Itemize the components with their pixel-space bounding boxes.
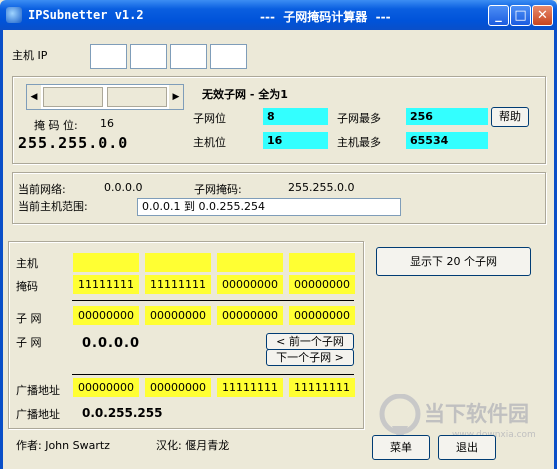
broadcast-binary-octet-1: 00000000: [73, 378, 139, 397]
subnet-value: 0.0.0.0: [82, 336, 140, 351]
ip-octet-3-input[interactable]: [170, 44, 207, 69]
host-binary-octet-2: [145, 253, 211, 272]
app-window: IPSubnetter v1.2 --- 子网掩码计算器 --- _ □ ✕ 主…: [0, 0, 557, 469]
exit-button[interactable]: 退出: [438, 435, 496, 460]
maximize-button[interactable]: □: [510, 5, 531, 26]
host-binary-octet-4: [289, 253, 355, 272]
show-next-subnets-button[interactable]: 显示下 20 个子网: [376, 247, 531, 276]
host-binary-octet-3: [217, 253, 283, 272]
slider-right-arrow-icon[interactable]: ▶: [169, 85, 183, 109]
max-hosts-value: 65534: [406, 132, 488, 149]
slider-track[interactable]: [107, 87, 167, 107]
max-hosts-label: 主机最多: [337, 136, 381, 149]
host-bits-label: 主机位: [193, 136, 226, 149]
divider-line: [72, 300, 354, 301]
host-bits-value: 16: [263, 132, 328, 149]
menu-button[interactable]: 菜单: [372, 435, 430, 460]
mask-binary-octet-2: 11111111: [145, 275, 211, 294]
host-binary-octet-1: [73, 253, 139, 272]
subnet-status: 无效子网 - 全为1: [202, 88, 288, 101]
subnet-binary-octet-4: 00000000: [289, 306, 355, 325]
subnet-bits-value: 8: [263, 108, 328, 125]
slider-thumb[interactable]: [43, 87, 103, 107]
translator-label: 汉化: 偃月青龙: [156, 439, 230, 452]
ip-octet-1-input[interactable]: [90, 44, 127, 69]
mask-binary-octet-4: 00000000: [289, 275, 355, 294]
window-subtitle: --- 子网掩码计算器 ---: [260, 10, 391, 24]
host-binary-label: 主机: [16, 257, 38, 270]
max-subnets-value: 256: [406, 108, 488, 125]
current-network-label: 当前网络:: [18, 183, 66, 196]
broadcast-binary-label: 广播地址: [16, 384, 60, 397]
window-title: IPSubnetter v1.2: [28, 8, 144, 22]
mask-value: 255.255.0.0: [18, 134, 129, 152]
mask-binary-octet-1: 11111111: [73, 275, 139, 294]
watermark-brand: 当下软件园: [424, 402, 529, 426]
broadcast-label: 广播地址: [16, 408, 60, 421]
slider-left-arrow-icon[interactable]: ◀: [27, 85, 41, 109]
subnet-binary-label: 子 网: [16, 312, 42, 325]
mask-bits-slider[interactable]: ◀ ▶: [26, 84, 184, 110]
broadcast-binary-octet-3: 11111111: [217, 378, 283, 397]
current-network-value: 0.0.0.0: [104, 181, 143, 194]
window-border-left: [0, 30, 3, 469]
broadcast-value: 0.0.255.255: [82, 406, 163, 420]
title-bar[interactable]: IPSubnetter v1.2 --- 子网掩码计算器 --- _ □ ✕: [0, 0, 557, 30]
subnet-mask-label: 子网掩码:: [194, 183, 242, 196]
minimize-button[interactable]: _: [488, 5, 509, 26]
ip-octet-2-input[interactable]: [130, 44, 167, 69]
host-range-field[interactable]: 0.0.0.1 到 0.0.255.254: [137, 198, 401, 216]
subnet-binary-octet-1: 00000000: [73, 306, 139, 325]
divider-line-2: [72, 374, 354, 375]
mask-bits-label: 掩 码 位:: [34, 119, 78, 132]
broadcast-binary-octet-4: 11111111: [289, 378, 355, 397]
host-range-label: 当前主机范围:: [18, 200, 88, 213]
prev-subnet-button[interactable]: < 前一个子网: [266, 333, 354, 350]
help-button[interactable]: 帮助: [491, 107, 529, 127]
ip-octet-4-input[interactable]: [210, 44, 247, 69]
max-subnets-label: 子网最多: [337, 112, 381, 125]
subnet-label: 子 网: [16, 336, 42, 349]
mask-binary-label: 掩码: [16, 280, 38, 293]
host-ip-label: 主机 IP: [12, 49, 48, 62]
subnet-mask-value: 255.255.0.0: [288, 181, 355, 194]
author-label: 作者: John Swartz: [16, 439, 110, 452]
broadcast-binary-octet-2: 00000000: [145, 378, 211, 397]
subnet-bits-label: 子网位: [193, 112, 226, 125]
close-button[interactable]: ✕: [532, 5, 553, 26]
next-subnet-button[interactable]: 下一个子网 >: [266, 349, 354, 366]
mask-bits-value: 16: [100, 117, 114, 130]
app-icon: [6, 7, 22, 23]
mask-binary-octet-3: 00000000: [217, 275, 283, 294]
subnet-binary-octet-3: 00000000: [217, 306, 283, 325]
subnet-binary-octet-2: 00000000: [145, 306, 211, 325]
